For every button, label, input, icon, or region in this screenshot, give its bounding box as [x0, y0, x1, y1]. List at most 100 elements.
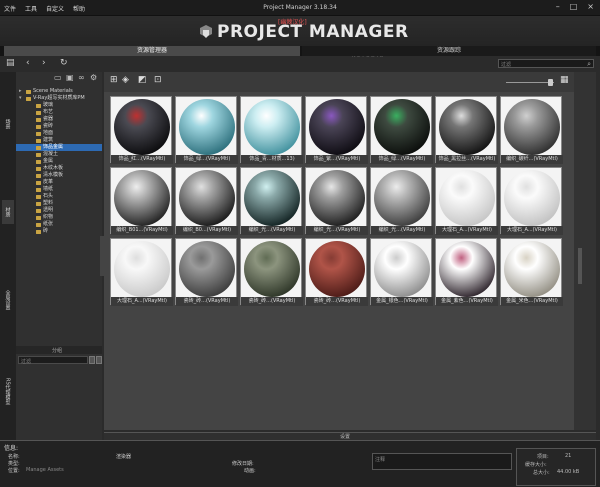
- vtab-rs-proxy[interactable]: RS代理模型: [2, 366, 14, 416]
- folder-icon: [36, 174, 41, 178]
- maximize-icon[interactable]: □: [570, 3, 578, 11]
- material-card[interactable]: 金属_银色...(VRayMtl): [370, 238, 433, 306]
- window-title: Project Manager 3.18.34: [263, 4, 337, 11]
- menu-file[interactable]: 文件: [4, 4, 16, 13]
- add-material-icon[interactable]: ⊞: [110, 76, 118, 85]
- expand-arrow-icon[interactable]: ▾: [19, 95, 22, 102]
- tree-item[interactable]: 石头: [16, 193, 102, 200]
- tree-item[interactable]: 清水模板: [16, 172, 102, 179]
- close-icon[interactable]: ×: [587, 3, 594, 11]
- notes-field[interactable]: 注释: [372, 453, 512, 470]
- material-card[interactable]: 饰品_紫...(VRayMtl): [305, 96, 368, 164]
- tree-item-label: 清水模板: [43, 172, 64, 178]
- folder-icon: [26, 97, 31, 101]
- material-card[interactable]: 大理石_A...(VRayMtl): [110, 238, 173, 306]
- material-card[interactable]: 瓷砖_砖...(VRayMtl): [305, 238, 368, 306]
- search-icon[interactable]: ⌕: [587, 60, 591, 69]
- window-controls: – □ ×: [556, 3, 594, 11]
- filter-search-button[interactable]: [96, 356, 102, 364]
- tree-item[interactable]: 木纹木板: [16, 165, 102, 172]
- vtab-scene[interactable]: 场景: [2, 112, 14, 136]
- notes-placeholder: 注释: [375, 457, 386, 463]
- tree-item[interactable]: 瓷砖: [16, 123, 102, 130]
- tree-item[interactable]: 透明: [16, 207, 102, 214]
- material-name: 编织_碳纤...(VRayMtl): [501, 155, 563, 164]
- tree-item[interactable]: 饰品金属: [16, 144, 102, 151]
- total-size-label: 总大小:: [533, 470, 550, 476]
- thumbnail-size-slider[interactable]: [506, 82, 554, 83]
- forward-icon[interactable]: ›: [42, 59, 46, 68]
- tree-item[interactable]: 瓷器: [16, 116, 102, 123]
- thumbnail-size-handle[interactable]: [548, 79, 553, 86]
- load-icon[interactable]: ◩: [138, 76, 147, 85]
- material-card[interactable]: 编织_B01...(VRayMtl): [110, 167, 173, 235]
- folder-icon: [36, 146, 41, 150]
- tree-item[interactable]: 墙纸: [16, 186, 102, 193]
- material-name: 大理石_A...(VRayMtl): [501, 226, 563, 235]
- material-preview-sphere: [374, 99, 430, 155]
- gallery-scrollbar[interactable]: [574, 72, 596, 430]
- tree-item[interactable]: 地面: [16, 130, 102, 137]
- tree-item[interactable]: 塑料: [16, 200, 102, 207]
- minimize-icon[interactable]: –: [556, 3, 560, 11]
- material-card[interactable]: 饰品_黑拉丝...(VRayMtl): [435, 96, 498, 164]
- tree-item[interactable]: 金属: [16, 158, 102, 165]
- tab-asset-tracking[interactable]: 资源跟踪: [302, 46, 596, 56]
- material-card[interactable]: 编织_光...(VRayMtl): [305, 167, 368, 235]
- tree-item-label: 墙纸: [43, 186, 54, 192]
- grid-tools-icon[interactable]: ⊡: [154, 76, 162, 85]
- new-folder-icon[interactable]: ▭: [54, 74, 62, 82]
- material-card[interactable]: 大理石_A...(VRayMtl): [500, 167, 563, 235]
- settings-icon[interactable]: ⚙: [90, 74, 97, 82]
- category-tree-panel: ▭ ▣ ∞ ⚙ ▸ Scene Materials ▾ V-Ray超写实材质库PM 玻璃…: [16, 72, 102, 440]
- tree-item[interactable]: 混凝土: [16, 151, 102, 158]
- tree-item[interactable]: 建筑: [16, 137, 102, 144]
- vtab-materials[interactable]: 材质: [2, 200, 14, 224]
- gallery-toolbar: ⊞ ◈ ◩ ⊡ ▦: [104, 72, 574, 92]
- tree-root[interactable]: ▸ Scene Materials: [16, 88, 102, 95]
- material-card[interactable]: 金属_紫色...(VRayMtl): [435, 238, 498, 306]
- refresh-icon[interactable]: ↻: [60, 59, 68, 68]
- menu-customize[interactable]: 自定义: [46, 4, 64, 13]
- material-card[interactable]: 编织_碳纤...(VRayMtl): [500, 96, 563, 164]
- material-card[interactable]: 编织_光...(VRayMtl): [240, 167, 303, 235]
- scrollbar-thumb[interactable]: [578, 248, 582, 284]
- tree-divider[interactable]: 分组: [16, 346, 102, 354]
- filter-clear-button[interactable]: [89, 356, 95, 364]
- logo: PROJECT MANAGER: [198, 24, 409, 41]
- link-icon[interactable]: ∞: [78, 74, 85, 82]
- material-card[interactable]: 编织_B0...(VRayMtl): [175, 167, 238, 235]
- material-card[interactable]: 金属_米色...(VRayMtl): [500, 238, 563, 306]
- tree-item[interactable]: 布艺: [16, 109, 102, 116]
- tree-filter-input[interactable]: 过滤: [18, 356, 88, 365]
- tree-item[interactable]: 织物: [16, 214, 102, 221]
- back-icon[interactable]: ‹: [26, 59, 30, 68]
- material-card[interactable]: 饰品_绿...(VRayMtl): [370, 96, 433, 164]
- tree-item[interactable]: 皮革: [16, 179, 102, 186]
- tree-item[interactable]: 纸张: [16, 221, 102, 228]
- search-input[interactable]: 过滤 ⌕: [498, 59, 594, 68]
- expand-arrow-icon[interactable]: ▸: [19, 88, 22, 95]
- tree-root[interactable]: ▾ V-Ray超写实材质库PM: [16, 95, 102, 102]
- material-card[interactable]: 瓷砖_砖...(VRayMtl): [240, 238, 303, 306]
- tree-item[interactable]: 砖: [16, 228, 102, 235]
- apply-icon[interactable]: ◈: [122, 76, 129, 85]
- material-card[interactable]: 瓷砖_砖...(VRayMtl): [175, 238, 238, 306]
- tree-item[interactable]: 玻璃: [16, 102, 102, 109]
- menu-tools[interactable]: 工具: [25, 4, 37, 13]
- category-tree: ▸ Scene Materials ▾ V-Ray超写实材质库PM 玻璃 布艺 瓷器 瓷砖 地面…: [16, 88, 102, 235]
- tab-asset-browser[interactable]: 资源管理器: [4, 46, 300, 56]
- material-card[interactable]: 编织_光...(VRayMtl): [370, 167, 433, 235]
- menu-icon[interactable]: ▤: [6, 59, 15, 68]
- settings-bar[interactable]: 设置: [104, 432, 596, 440]
- info-path-label: 位置:: [8, 468, 20, 474]
- material-card[interactable]: 饰品_绿...(VRayMtl): [175, 96, 238, 164]
- vtab-global-settings[interactable]: 全局设置: [2, 280, 14, 320]
- material-card[interactable]: 饰品_红...(VRayMtl): [110, 96, 173, 164]
- material-card[interactable]: 饰品_青...材质...13): [240, 96, 303, 164]
- folder-icon[interactable]: ▣: [66, 74, 74, 82]
- menu-help[interactable]: 帮助: [73, 4, 85, 13]
- material-gallery: ⊞ ◈ ◩ ⊡ ▦ 饰品_红...(VRayMtl) 饰品_绿...(VRayMt…: [104, 72, 574, 430]
- material-card[interactable]: 大理石_A...(VRayMtl): [435, 167, 498, 235]
- grid-view-icon[interactable]: ▦: [560, 76, 569, 85]
